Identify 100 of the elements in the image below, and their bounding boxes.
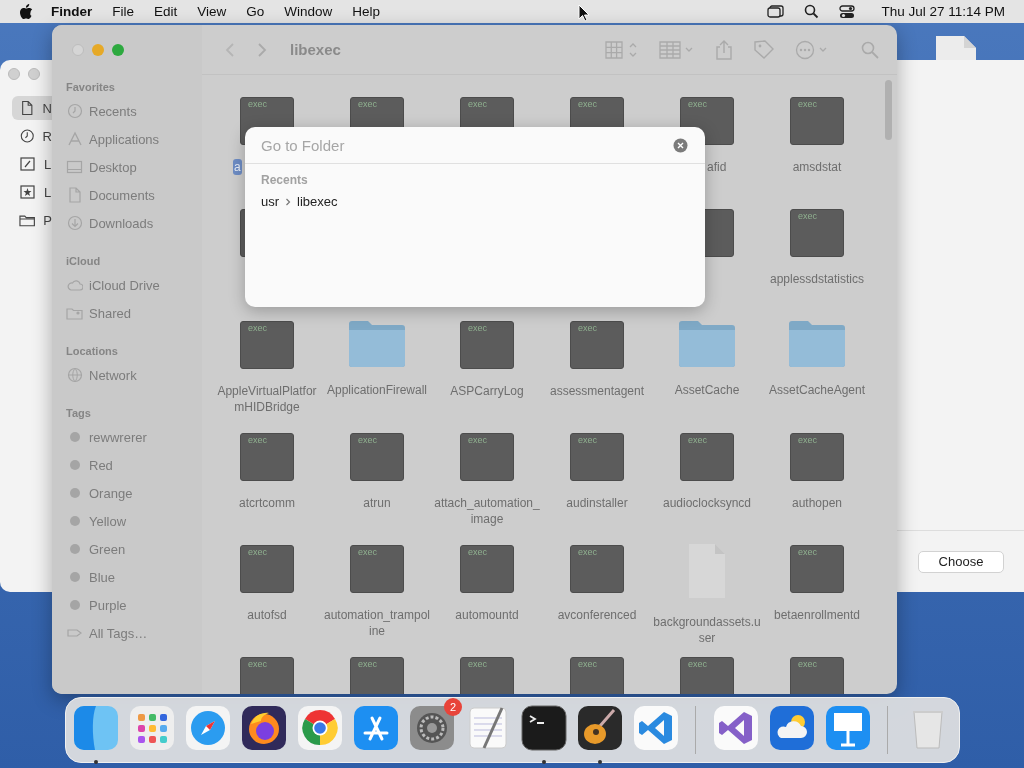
executable-icon[interactable]: exec <box>680 433 734 481</box>
sidebar-item[interactable]: Applications <box>66 125 202 153</box>
executable-icon[interactable]: exec <box>790 433 844 481</box>
executable-icon[interactable]: exec <box>570 321 624 369</box>
menu-item[interactable]: Window <box>284 4 333 19</box>
file-name[interactable]: audioclocksyncd <box>661 495 753 511</box>
sidebar-item[interactable]: Shared <box>66 299 202 327</box>
app-grid-icon[interactable] <box>128 704 176 752</box>
executable-icon[interactable]: exec <box>460 657 514 694</box>
path-segment[interactable]: usr <box>261 194 280 209</box>
file-name[interactable]: betaenrollmentd <box>772 607 862 623</box>
flame-globe-icon[interactable] <box>240 704 288 752</box>
ribbon-icon[interactable] <box>632 704 680 752</box>
sidebar-item[interactable]: N <box>12 96 52 120</box>
file-name[interactable]: authopen <box>790 495 844 511</box>
file-name[interactable]: automountd <box>454 607 520 623</box>
file-name[interactable]: ASPCarryLog <box>449 383 525 399</box>
file-name[interactable]: AssetCacheAgent <box>767 382 867 398</box>
search-icon[interactable] <box>804 4 820 19</box>
scrollbar[interactable] <box>885 80 892 140</box>
sidebar-item[interactable]: Red <box>66 451 202 479</box>
menu-item[interactable]: Go <box>246 4 265 19</box>
file-name[interactable]: ApplicationFirewall <box>325 382 428 398</box>
file-name[interactable]: atcrtcomm <box>238 495 296 511</box>
file-name[interactable]: AssetCache <box>673 382 741 398</box>
file-name[interactable]: AppleVirtualPlatformHIDBridge <box>212 383 322 415</box>
folder-icon[interactable] <box>677 318 737 368</box>
forward-icon[interactable] <box>256 41 268 58</box>
menu-item[interactable]: Edit <box>154 4 178 19</box>
menu-item[interactable]: Help <box>352 4 381 19</box>
sidebar-item[interactable]: Downloads <box>66 209 202 237</box>
sidebar-item[interactable]: Purple <box>66 591 202 619</box>
executable-icon[interactable]: exec <box>790 657 844 694</box>
sidebar-item[interactable]: L <box>12 152 52 176</box>
icon-view-icon[interactable] <box>605 40 639 59</box>
sidebar-item[interactable]: rewwrerer <box>66 423 202 451</box>
apple-icon[interactable] <box>19 3 33 20</box>
a-shape-icon[interactable] <box>352 704 400 752</box>
file-name[interactable]: atrun <box>362 495 392 511</box>
executable-icon[interactable]: exec <box>460 433 514 481</box>
terminal-prompt-icon[interactable] <box>520 704 568 752</box>
sidebar-item[interactable]: Blue <box>66 563 202 591</box>
more-icon[interactable] <box>795 39 829 60</box>
folder-icon[interactable] <box>787 318 847 368</box>
file-name[interactable]: attach_automation_image <box>432 495 542 527</box>
sidebar-item[interactable]: Documents <box>66 181 202 209</box>
app-menu[interactable]: Finder <box>51 4 93 19</box>
gear-icon[interactable] <box>408 704 456 752</box>
toggles-icon[interactable] <box>839 4 856 19</box>
executable-icon[interactable]: exec <box>680 657 734 694</box>
executable-icon[interactable]: exec <box>790 545 844 593</box>
window-zoom-button[interactable] <box>112 44 124 56</box>
executable-icon[interactable]: exec <box>240 545 294 593</box>
clear-icon[interactable] <box>673 137 688 153</box>
executable-icon[interactable]: exec <box>790 209 844 257</box>
sidebar-item[interactable]: Network <box>66 361 202 389</box>
sidebar-item[interactable]: Yellow <box>66 507 202 535</box>
file-name[interactable]: amsdstat <box>791 159 843 175</box>
lectern-icon[interactable] <box>824 704 872 752</box>
cloud-sun-icon[interactable] <box>768 704 816 752</box>
executable-icon[interactable]: exec <box>240 321 294 369</box>
path-segment[interactable]: libexec <box>297 194 338 209</box>
executable-icon[interactable]: exec <box>790 97 844 145</box>
executable-icon[interactable]: exec <box>350 545 404 593</box>
file-name[interactable]: assessmentagent <box>548 383 646 399</box>
sidebar-item[interactable]: L <box>12 180 52 204</box>
compass-icon[interactable] <box>184 704 232 752</box>
file-name[interactable]: avconferenced <box>556 607 638 623</box>
window-close-button[interactable] <box>8 68 20 80</box>
file-name[interactable]: a <box>233 159 242 175</box>
group-icon[interactable] <box>659 40 695 59</box>
executable-icon[interactable]: exec <box>350 657 404 694</box>
file-name[interactable]: autofsd <box>246 607 288 623</box>
sidebar-item[interactable]: Green <box>66 535 202 563</box>
executable-icon[interactable]: exec <box>570 433 624 481</box>
choose-button[interactable]: Choose <box>918 550 1004 573</box>
sidebar-item[interactable]: R <box>12 124 52 148</box>
file-name[interactable]: backgroundassets.user <box>652 614 762 646</box>
guitar-icon[interactable] <box>576 704 624 752</box>
share-icon[interactable] <box>715 39 733 60</box>
sidebar-item[interactable]: P <box>12 208 52 232</box>
executable-icon[interactable]: exec <box>350 433 404 481</box>
executable-icon[interactable]: exec <box>240 657 294 694</box>
file-name[interactable]: afid <box>706 159 728 175</box>
window-minimize-button[interactable] <box>28 68 40 80</box>
file-name[interactable]: automation_trampoline <box>322 607 432 639</box>
executable-icon[interactable]: exec <box>570 657 624 694</box>
sidebar-item[interactable]: Recents <box>66 97 202 125</box>
executable-icon[interactable]: exec <box>460 321 514 369</box>
executable-icon[interactable]: exec <box>460 545 514 593</box>
tag-icon[interactable] <box>753 39 775 60</box>
file-name[interactable]: applessdstatistics <box>768 271 865 287</box>
sidebar-item[interactable]: iCloud Drive <box>66 271 202 299</box>
file-name[interactable]: audinstaller <box>565 495 629 511</box>
infinity-ribbon-icon[interactable] <box>712 704 760 752</box>
sidebar-item[interactable]: Orange <box>66 479 202 507</box>
menu-item[interactable]: View <box>197 4 227 19</box>
executable-icon[interactable]: exec <box>240 433 294 481</box>
folder-icon[interactable] <box>347 318 407 368</box>
menu-clock[interactable]: Thu Jul 27 11:14 PM <box>881 4 1005 19</box>
